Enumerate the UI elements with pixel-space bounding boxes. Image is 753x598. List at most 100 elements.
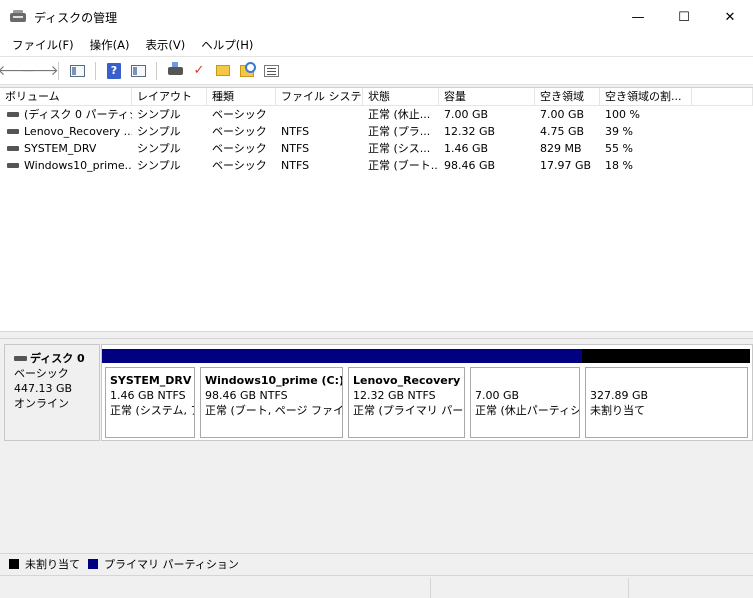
title-bar: ディスクの管理 — ☐ ✕ [0, 0, 753, 34]
folder-icon [216, 65, 230, 76]
capacity-cell: 98.46 GB [444, 159, 496, 172]
column-header-layout[interactable]: レイアウト [132, 88, 207, 105]
column-header-filesystem[interactable]: ファイル システム [276, 88, 363, 105]
volume-name: SYSTEM_DRV [24, 142, 97, 155]
unallocated-bar [582, 349, 750, 363]
status-cell: 正常 (プラ... [368, 125, 431, 138]
drive-icon [167, 61, 183, 75]
menu-action[interactable]: 操作(A) [82, 34, 138, 56]
volume-list[interactable]: ボリューム レイアウト 種類 ファイル システム 状態 容量 空き領域 空き領域… [0, 87, 753, 331]
window-title: ディスクの管理 [34, 10, 118, 25]
volume-name: (ディスク 0 パーティシ... [24, 108, 132, 121]
pane-splitter[interactable] [0, 331, 753, 339]
properties-icon [263, 64, 279, 77]
legend-primary-swatch [88, 559, 98, 569]
status-bar-pane [628, 578, 753, 598]
filesystem-cell: NTFS [281, 125, 310, 138]
console-tree-icon [69, 64, 85, 77]
partition-size: 12.32 GB NTFS [353, 389, 436, 402]
maximize-button[interactable]: ☐ [661, 0, 707, 34]
volume-icon [7, 163, 19, 168]
type-cell: ベーシック [212, 125, 267, 138]
forward-button[interactable]: 🡒 [21, 61, 59, 81]
volume-icon [7, 129, 19, 134]
layout-cell: シンプル [137, 142, 181, 155]
partition-status: 未割り当て [590, 404, 645, 417]
partition-hibernation[interactable]: 7.00 GB 正常 (休止パーティシ [467, 349, 582, 438]
table-row[interactable]: Lenovo_Recovery ... シンプル ベーシック NTFS 正常 (… [0, 123, 753, 140]
legend-primary-label: プライマリ パーティション [104, 558, 239, 571]
primary-partition-bar [102, 349, 197, 363]
layout-cell: シンプル [137, 108, 181, 121]
menu-view[interactable]: 表示(V) [137, 34, 193, 56]
free-space-cell: 829 MB [540, 142, 582, 155]
column-header-capacity[interactable]: 容量 [439, 88, 535, 105]
partition-name: Windows10_prime (C:) [205, 374, 343, 387]
open-folder-button[interactable] [213, 61, 233, 81]
column-header-type[interactable]: 種類 [207, 88, 276, 105]
connect-drive-button[interactable] [165, 61, 185, 81]
status-bar [0, 575, 753, 598]
free-percent-cell: 55 % [605, 142, 633, 155]
help-button[interactable]: ? [104, 61, 124, 81]
type-cell: ベーシック [212, 159, 267, 172]
disk-type: ベーシック [14, 367, 69, 380]
toolbar-separator [58, 61, 59, 80]
partition-name: SYSTEM_DRV [110, 374, 192, 387]
column-header-free-percent[interactable]: 空き領域の割... [600, 88, 692, 105]
unallocated-space[interactable]: 327.89 GB 未割り当て [582, 349, 750, 438]
volume-icon [7, 146, 19, 151]
partition-size: 98.46 GB NTFS [205, 389, 288, 402]
toolbar-separator [156, 61, 157, 80]
free-percent-cell: 39 % [605, 125, 633, 138]
table-row[interactable]: (ディスク 0 パーティシ... シンプル ベーシック 正常 (休止... 7.… [0, 106, 753, 123]
minimize-button[interactable]: — [615, 0, 661, 34]
filesystem-cell: NTFS [281, 142, 310, 155]
partition-system-drv[interactable]: SYSTEM_DRV 1.46 GB NTFS 正常 (システム, ア [102, 349, 197, 438]
layout-cell: シンプル [137, 125, 181, 138]
legend-unallocated-swatch [9, 559, 19, 569]
partition-name: Lenovo_Recovery (D [353, 374, 464, 387]
free-percent-cell: 100 % [605, 108, 640, 121]
column-header-free-space[interactable]: 空き領域 [535, 88, 600, 105]
properties-button[interactable] [261, 61, 281, 81]
partition-name [590, 373, 747, 388]
disk-state: オンライン [14, 397, 69, 410]
partition-status: 正常 (プライマリ パーティ [353, 404, 464, 417]
status-cell: 正常 (シス... [368, 142, 431, 155]
type-cell: ベーシック [212, 142, 267, 155]
column-header-status[interactable]: 状態 [363, 88, 439, 105]
filesystem-cell [276, 106, 363, 123]
free-space-cell: 17.97 GB [540, 159, 592, 172]
table-row[interactable]: Windows10_prime... シンプル ベーシック NTFS 正常 (ブ… [0, 157, 753, 174]
disk-icon [14, 356, 27, 361]
partition-size: 327.89 GB [590, 389, 649, 402]
partition-size: 7.00 GB [475, 389, 520, 402]
partition-windows[interactable]: Windows10_prime (C:) 98.46 GB NTFS 正常 (ブ… [197, 349, 345, 438]
disk-0-info[interactable]: ディスク 0 ベーシック 447.13 GB オンライン [4, 344, 100, 441]
column-header-volume[interactable]: ボリューム [0, 88, 132, 105]
partition-status: 正常 (システム, ア [110, 404, 195, 417]
free-space-cell: 7.00 GB [540, 108, 585, 121]
volume-icon [7, 112, 19, 117]
check-button[interactable]: ✓ [189, 61, 209, 81]
partition-map: SYSTEM_DRV 1.46 GB NTFS 正常 (システム, ア Wind… [101, 344, 753, 441]
show-console-tree-button[interactable] [67, 61, 87, 81]
menu-help[interactable]: ヘルプ(H) [193, 34, 261, 56]
partition-status: 正常 (ブート, ページ ファイル, [205, 404, 343, 417]
free-space-cell: 4.75 GB [540, 125, 585, 138]
disk-name: ディスク 0 [30, 352, 85, 365]
filesystem-cell: NTFS [281, 159, 310, 172]
partition-status: 正常 (休止パーティシ [475, 404, 580, 417]
action-pane-button[interactable] [128, 61, 148, 81]
primary-partition-bar [197, 349, 345, 363]
menu-file[interactable]: ファイル(F) [4, 34, 82, 56]
close-button[interactable]: ✕ [707, 0, 753, 34]
primary-partition-bar [467, 349, 582, 363]
primary-partition-bar [345, 349, 467, 363]
partition-lenovo-recovery[interactable]: Lenovo_Recovery (D 12.32 GB NTFS 正常 (プライ… [345, 349, 467, 438]
layout-cell: シンプル [137, 159, 181, 172]
table-row[interactable]: SYSTEM_DRV シンプル ベーシック NTFS 正常 (シス... 1.4… [0, 140, 753, 157]
explore-button[interactable] [237, 61, 257, 81]
partition-size: 1.46 GB NTFS [110, 389, 186, 402]
